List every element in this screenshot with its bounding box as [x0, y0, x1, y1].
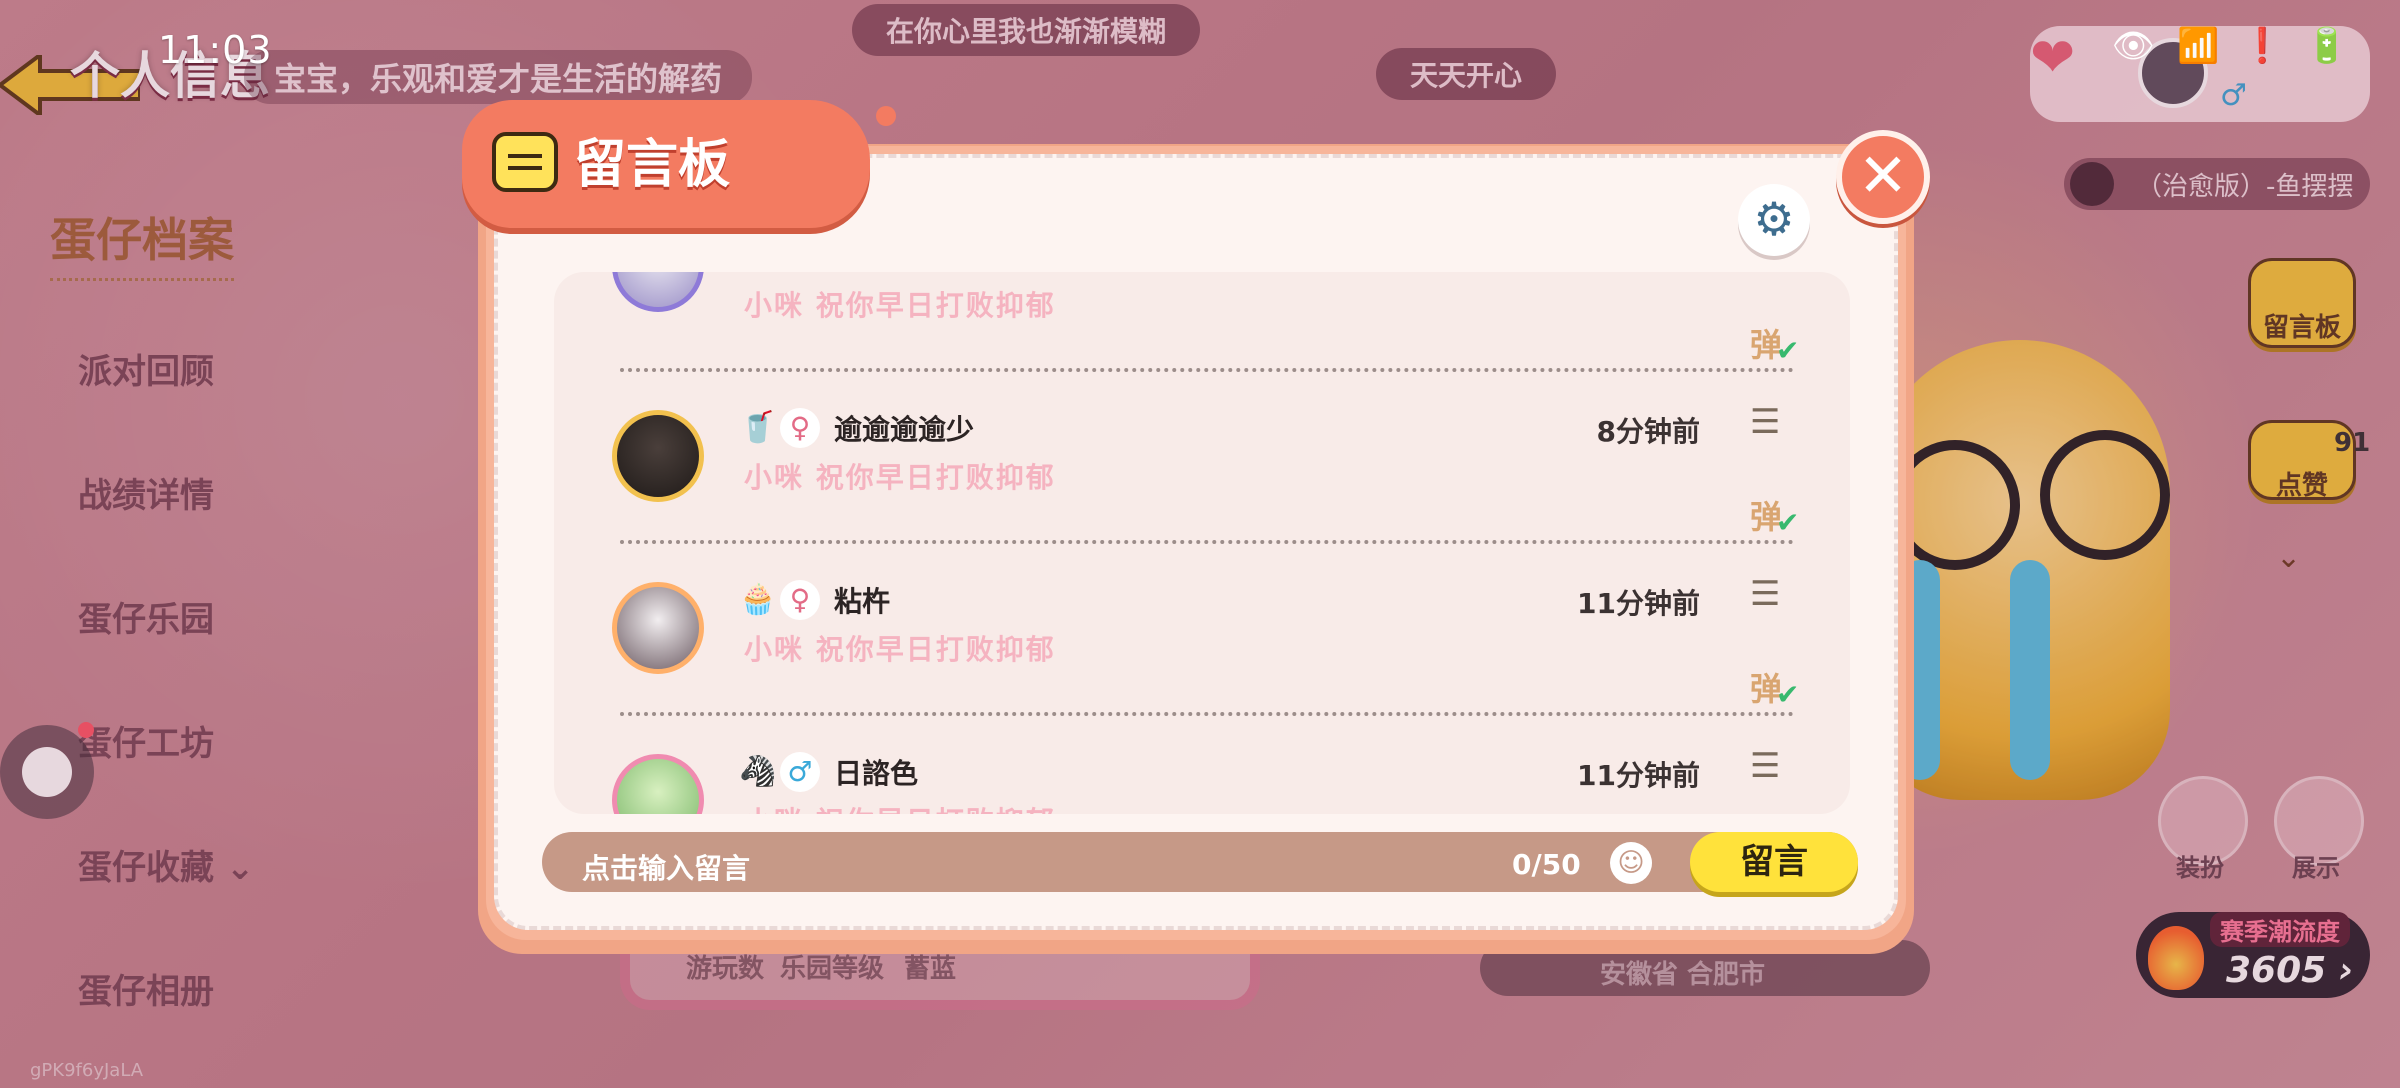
- wifi-icon: 📶: [2176, 26, 2220, 66]
- status-icons: 👁 📶 ❗ 🔋: [2112, 26, 2348, 66]
- message-time: 11分钟前: [1577, 587, 1700, 620]
- avatar[interactable]: [612, 582, 704, 674]
- list-item[interactable]: 🧁 ♀ 粘杵 小咪 祝你早日打败抑郁 11分钟前 ☰ 弹 ✔: [554, 544, 1850, 716]
- list-item[interactable]: 🦓 ♂ 日諮色 小咪 祝你早日打败抑郁 11分钟前 ☰: [554, 716, 1850, 814]
- modal-title: 留言板: [574, 135, 731, 195]
- check-icon: ✔: [1776, 506, 1800, 539]
- alert-icon: ❗: [2241, 26, 2284, 66]
- message-text: 小咪 祝你早日打败抑郁: [744, 633, 1056, 666]
- author-name[interactable]: 粘杵: [834, 580, 890, 620]
- message-list[interactable]: 小咪 祝你早日打败抑郁 弹 ✔ 🥤 ♀ 逾逾逾逾少 小咪 祝你早日打败抑郁 8分…: [554, 272, 1850, 814]
- gear-icon: ⚙: [1753, 192, 1795, 246]
- menu-icon[interactable]: ☰: [1750, 574, 1780, 614]
- male-icon: ♂: [780, 752, 820, 792]
- eye-icon: 👁: [2111, 26, 2155, 66]
- char-counter: 0/50: [1512, 848, 1581, 881]
- female-icon: ♀: [780, 580, 820, 620]
- message-text: 小咪 祝你早日打败抑郁: [744, 461, 1056, 494]
- female-icon: ♀: [780, 408, 820, 448]
- menu-icon[interactable]: ☰: [1750, 746, 1780, 786]
- close-button[interactable]: ✕: [1836, 130, 1930, 224]
- level-badge-icon: 🧁: [739, 582, 777, 617]
- author-name[interactable]: 逾逾逾逾少: [834, 408, 974, 448]
- check-icon: ✔: [1776, 334, 1800, 367]
- message-time: 8分钟前: [1596, 415, 1700, 448]
- avatar[interactable]: [612, 754, 704, 814]
- battery-icon: 🔋: [2305, 26, 2348, 66]
- level-badge-icon: 🥤: [739, 410, 777, 445]
- avatar[interactable]: [612, 272, 704, 312]
- list-item[interactable]: 小咪 祝你早日打败抑郁 弹 ✔: [554, 272, 1850, 372]
- message-time: 11分钟前: [1577, 759, 1700, 792]
- send-message-button[interactable]: 留言: [1690, 832, 1858, 892]
- author-name[interactable]: 日諮色: [834, 752, 918, 792]
- avatar[interactable]: [612, 410, 704, 502]
- menu-icon[interactable]: ☰: [1750, 402, 1780, 442]
- level-badge-icon: 🦓: [739, 754, 777, 789]
- status-time: 11:03: [158, 28, 273, 72]
- list-item[interactable]: 🥤 ♀ 逾逾逾逾少 小咪 祝你早日打败抑郁 8分钟前 ☰ 弹 ✔: [554, 372, 1850, 544]
- header-dot: [876, 106, 896, 126]
- message-text: 小咪 祝你早日打败抑郁: [744, 289, 1056, 322]
- settings-button[interactable]: ⚙: [1738, 184, 1810, 256]
- message-text: 小咪 祝你早日打败抑郁: [744, 800, 1056, 814]
- check-icon: ✔: [1776, 678, 1800, 711]
- message-input-placeholder[interactable]: 点击输入留言: [582, 847, 750, 887]
- emoji-icon[interactable]: ☺: [1610, 842, 1652, 884]
- message-board-icon: [492, 132, 558, 192]
